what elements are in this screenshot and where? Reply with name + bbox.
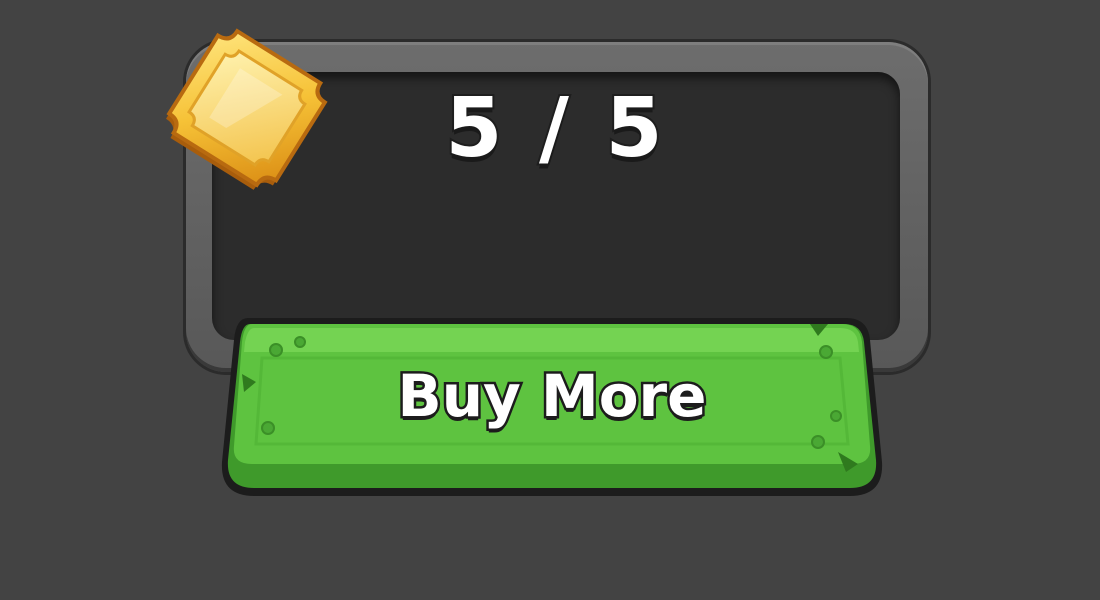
ticket-counter-widget: 5 / 5 Buy More xyxy=(0,0,1100,600)
buy-more-button[interactable]: Buy More xyxy=(218,312,886,500)
buy-more-label: Buy More xyxy=(395,362,709,430)
golden-ticket-icon xyxy=(150,18,345,198)
